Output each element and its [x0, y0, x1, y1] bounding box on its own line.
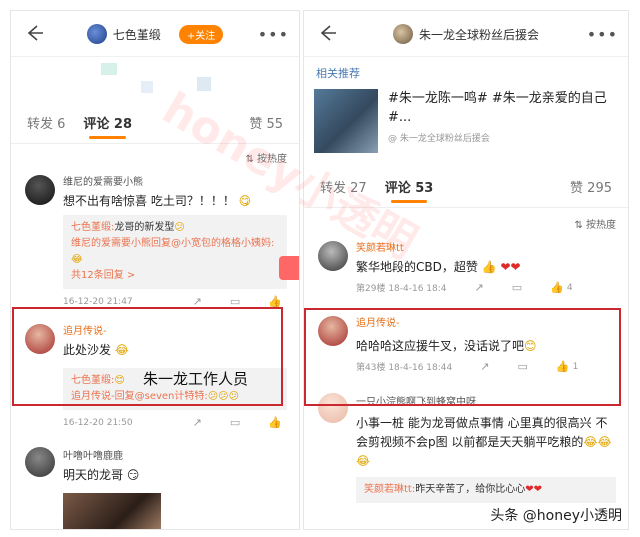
- more-icon[interactable]: •••: [587, 25, 618, 44]
- right-tab-bar: 转发 27 评论 53 赞 295: [304, 171, 628, 203]
- comment-item: 维尼的爱需要小熊 想不出有啥惊喜 吃土司？！！！ 😋 七色堇缎:龙哥的新发型😕 …: [11, 173, 299, 308]
- comment-time: 第29楼 18-4-16 18:4: [356, 284, 447, 294]
- tab-comments[interactable]: 评论 28: [83, 113, 132, 139]
- sort-by-hot[interactable]: ⇅ 按热度: [11, 150, 299, 165]
- more-replies-link[interactable]: 共12条回复 >: [71, 268, 279, 284]
- topic-thumbnail[interactable]: [314, 89, 378, 153]
- like-count: 4: [566, 282, 573, 293]
- sort-by-hot[interactable]: ⇅ 按热度: [304, 216, 628, 231]
- comment-username[interactable]: 维尼的爱需要小熊: [63, 173, 287, 188]
- sort-label: 按热度: [257, 154, 287, 165]
- staff-annotation: 朱一龙工作人员: [143, 370, 249, 388]
- right-header: 朱一龙全球粉丝后援会 •••: [304, 11, 628, 57]
- reply-icon[interactable]: ▭: [512, 281, 522, 294]
- left-header: 七色堇缎 +关注 •••: [11, 11, 299, 57]
- post-image-strip: [11, 57, 299, 107]
- tab-repost[interactable]: 转发 27: [320, 177, 367, 196]
- related-label: 相关推荐: [316, 67, 360, 80]
- avatar[interactable]: [25, 175, 55, 205]
- comment-username[interactable]: 笑颜若琳tt: [356, 239, 616, 254]
- left-screenshot: 七色堇缎 +关注 ••• 转发 6 评论 28 赞 55 ⇅ 按热度 维尼的爱需…: [10, 10, 300, 530]
- poster-avatar[interactable]: [392, 24, 413, 44]
- reply-text: 龙哥的新发型: [114, 222, 175, 233]
- tab-comments[interactable]: 评论 53: [385, 177, 433, 203]
- poster-avatar[interactable]: [86, 24, 107, 44]
- comment-item: 笑颜若琳tt 繁华地段的CBD，超赞 👍 ❤❤ 第29楼 18-4-16 18:…: [304, 239, 628, 294]
- topic-source: @ 朱一龙全球粉丝后援会: [388, 134, 490, 144]
- poster-name[interactable]: 七色堇缎: [113, 26, 161, 43]
- more-icon[interactable]: •••: [258, 25, 289, 44]
- tab-likes[interactable]: 赞 295: [570, 177, 612, 196]
- reply-user[interactable]: 笑颜若琳tt:: [364, 484, 415, 495]
- poster-name[interactable]: 朱一龙全球粉丝后援会: [419, 26, 539, 43]
- comment-item: 叶噜叶噜鹿鹿 明天的龙哥 😏: [11, 447, 299, 529]
- tab-repost[interactable]: 转发 6: [27, 113, 65, 132]
- comment-text: 明天的龙哥: [63, 468, 124, 482]
- video-icon[interactable]: [279, 256, 299, 280]
- comment-text: 繁华地段的CBD，超赞: [356, 260, 478, 274]
- reply-icon[interactable]: ▭: [230, 416, 240, 429]
- reply-preview[interactable]: 笑颜若琳tt:昨天辛苦了，给你比心心❤❤: [356, 477, 616, 503]
- reply-user[interactable]: 七色堇缎:: [71, 222, 114, 233]
- sort-label: 按热度: [586, 220, 616, 231]
- footer-watermark: 头条 @honey小透明: [490, 508, 622, 524]
- follow-button[interactable]: +关注: [178, 24, 224, 44]
- avatar[interactable]: [25, 447, 55, 477]
- comment-photo[interactable]: [63, 493, 161, 529]
- related-topic-card[interactable]: #朱一龙陈一鸣# #朱一龙亲爱的自己#... @ 朱一龙全球粉丝后援会: [304, 81, 628, 153]
- share-icon[interactable]: ↗: [475, 281, 484, 294]
- reply-line: 维尼的爱需要小熊回复@小宽包的格格小姨妈:: [71, 238, 275, 249]
- avatar[interactable]: [318, 241, 348, 271]
- comment-time: 16-12-20 21:47: [63, 296, 133, 307]
- comment-item: 一只小浣熊啊飞到蜂窝中呀 小事一桩 能为龙哥做点事情 心里真的很高兴 不会剪视频…: [304, 393, 628, 503]
- like-icon[interactable]: 👍: [268, 416, 282, 429]
- tab-likes[interactable]: 赞 55: [249, 113, 283, 132]
- comment-text: 想不出有啥惊喜 吃土司？！！！: [63, 194, 235, 208]
- left-tab-bar: 转发 6 评论 28 赞 55: [11, 107, 299, 139]
- highlight-box: [304, 308, 621, 406]
- highlight-box: [12, 307, 283, 406]
- topic-text[interactable]: #朱一龙陈一鸣# #朱一龙亲爱的自己#...: [388, 89, 618, 127]
- share-icon[interactable]: ↗: [193, 416, 202, 429]
- right-screenshot: 朱一龙全球粉丝后援会 ••• 相关推荐 #朱一龙陈一鸣# #朱一龙亲爱的自己#.…: [303, 10, 629, 530]
- reply-preview[interactable]: 七色堇缎:龙哥的新发型😕 维尼的爱需要小熊回复@小宽包的格格小姨妈: 😂 共12…: [63, 215, 287, 289]
- like-icon[interactable]: 👍: [550, 281, 564, 294]
- comment-username[interactable]: 叶噜叶噜鹿鹿: [63, 447, 287, 462]
- comment-text: 小事一桩 能为龙哥做点事情 心里真的很高兴 不会剪视频不会p图 以前都是天天躺平…: [356, 416, 608, 449]
- reply-text: 昨天辛苦了，给你比心心: [415, 484, 526, 495]
- comment-time: 16-12-20 21:50: [63, 417, 133, 428]
